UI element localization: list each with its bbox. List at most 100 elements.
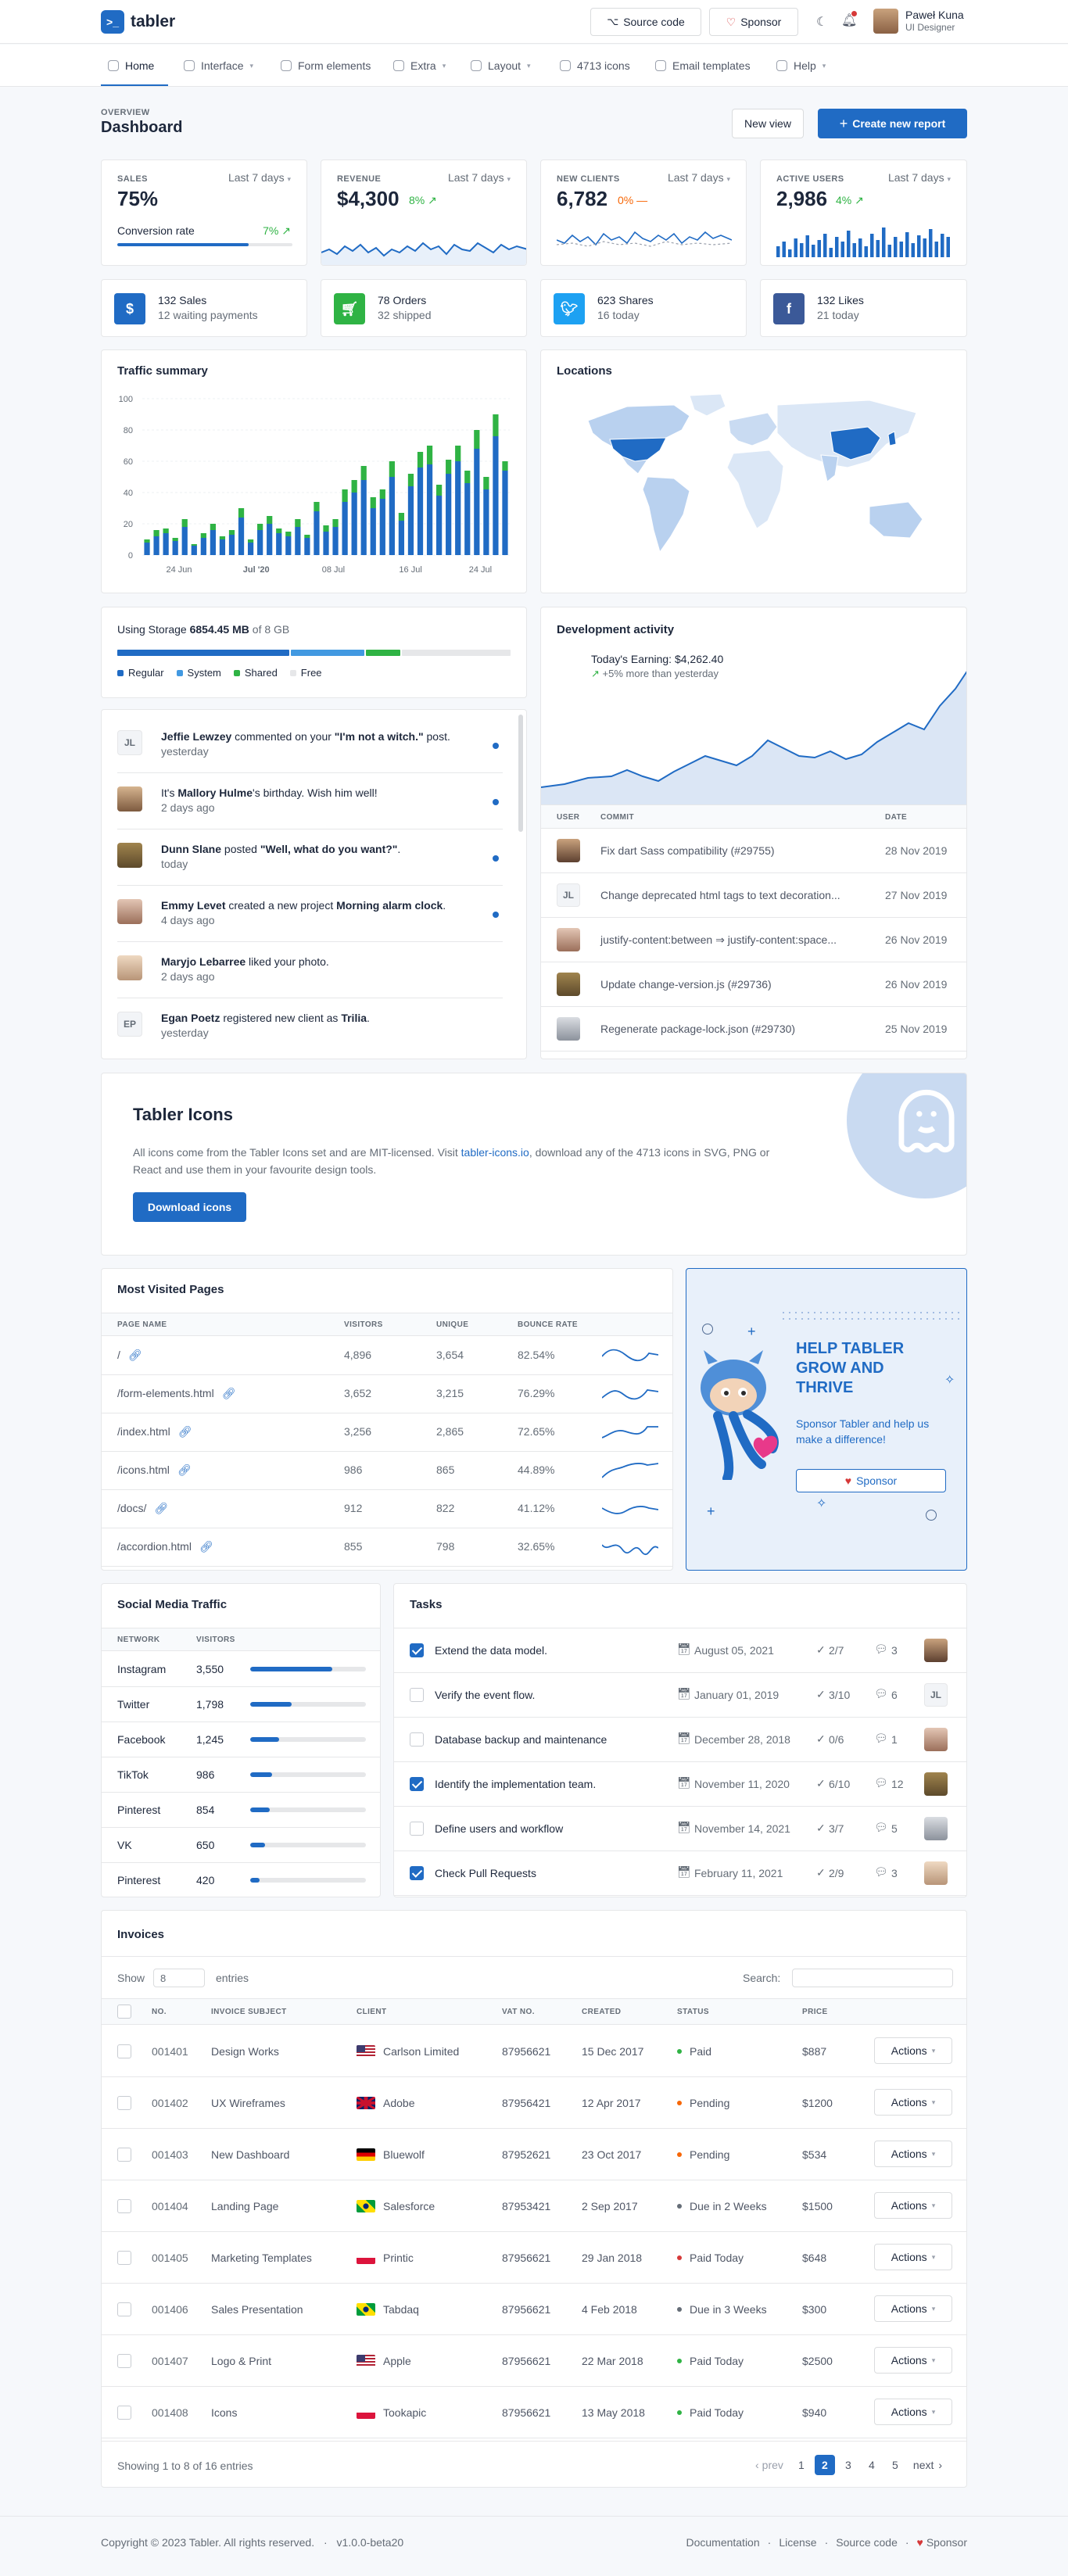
invoice-checkbox[interactable]: [117, 2096, 131, 2110]
page-2[interactable]: 2: [814, 2455, 835, 2475]
activity-name[interactable]: Mallory Hulme: [177, 786, 253, 799]
link-icon[interactable]: 🔗︎: [222, 1387, 236, 1399]
source-code-button[interactable]: ⌥ Source code: [590, 8, 701, 36]
invoice-subject[interactable]: UX Wireframes: [211, 2097, 285, 2109]
nav-item-extra[interactable]: Extra ▾: [393, 48, 446, 83]
link-icon[interactable]: 🔗︎: [199, 1540, 213, 1553]
task-checkbox[interactable]: [410, 1866, 424, 1880]
dev-commit[interactable]: Regenerate package-lock.json (#29730): [600, 1023, 795, 1035]
actions-button[interactable]: Actions ▾: [874, 2295, 952, 2322]
dev-commit[interactable]: Update change-version.js (#29736): [600, 978, 772, 991]
invoice-checkbox[interactable]: [117, 2199, 131, 2213]
pagination-prev[interactable]: ‹ prev: [751, 2459, 788, 2471]
invoice-subject[interactable]: Logo & Print: [211, 2355, 271, 2367]
invoice-checkbox[interactable]: [117, 2406, 131, 2420]
actions-button[interactable]: Actions ▾: [874, 2089, 952, 2116]
page-name[interactable]: / 🔗︎: [117, 1349, 142, 1362]
invoice-checkbox[interactable]: [117, 2148, 131, 2162]
activity-name[interactable]: Emmy Levet: [161, 899, 225, 912]
activity-name[interactable]: Maryjo Lebarree: [161, 955, 245, 968]
entries-input[interactable]: [153, 1969, 205, 1987]
task-checkbox[interactable]: [410, 1777, 424, 1791]
version-link[interactable]: v1.0.0-beta20: [337, 2536, 404, 2549]
page-name[interactable]: /form-elements.html 🔗︎: [117, 1387, 235, 1400]
invoice-checkbox[interactable]: [117, 2251, 131, 2265]
task-checkbox[interactable]: [410, 1688, 424, 1702]
dev-commit[interactable]: Change deprecated html tags to text deco…: [600, 889, 840, 901]
dev-commit[interactable]: justify-content:between ⇒ justify-conten…: [600, 933, 837, 947]
footer-link[interactable]: Source code: [836, 2536, 898, 2549]
task-checkbox[interactable]: [410, 1822, 424, 1836]
nav-item-email-templates[interactable]: Email templates: [655, 48, 751, 83]
actions-button[interactable]: Actions ▾: [874, 2347, 952, 2374]
select-all-checkbox[interactable]: [117, 2005, 131, 2019]
invoice-checkbox[interactable]: [117, 2354, 131, 2368]
page-1[interactable]: 1: [791, 2455, 812, 2475]
create-report-button[interactable]: + Create new report: [818, 109, 967, 138]
page-name[interactable]: /docs/ 🔗︎: [117, 1502, 168, 1515]
period-dropdown[interactable]: Last 7 days ▾: [448, 171, 511, 184]
page-name[interactable]: /accordion.html 🔗︎: [117, 1540, 213, 1553]
invoice-subject[interactable]: Sales Presentation: [211, 2303, 303, 2316]
nav-item-form-elements[interactable]: Form elements: [281, 48, 371, 83]
user-name[interactable]: Paweł Kuna: [905, 9, 964, 21]
page-5[interactable]: 5: [885, 2455, 905, 2475]
page-name[interactable]: /icons.html 🔗︎: [117, 1464, 192, 1477]
invoice-subject[interactable]: Icons: [211, 2406, 237, 2419]
footer-link[interactable]: License: [779, 2536, 816, 2549]
brand-logo[interactable]: >_ tabler: [101, 10, 175, 34]
moon-icon[interactable]: ☾: [816, 14, 827, 30]
activity-target[interactable]: Morning alarm clock: [336, 899, 443, 912]
nav-item-home[interactable]: Home: [108, 48, 154, 83]
activity-target[interactable]: "I'm not a witch.": [335, 730, 424, 743]
activity-name[interactable]: Dunn Slane: [161, 843, 221, 855]
invoice-subject[interactable]: Marketing Templates: [211, 2252, 312, 2264]
activity-target[interactable]: "Well, what do you want?": [260, 843, 398, 855]
user-avatar[interactable]: [873, 9, 898, 34]
nav-item-interface[interactable]: Interface ▾: [184, 48, 253, 83]
download-icons-button[interactable]: Download icons: [133, 1192, 246, 1222]
footer-link[interactable]: Documentation: [686, 2536, 759, 2549]
task-checkbox[interactable]: [410, 1732, 424, 1747]
sponsor-card-button[interactable]: ♥ Sponsor: [796, 1469, 946, 1492]
actions-button[interactable]: Actions ▾: [874, 2037, 952, 2064]
link-icon[interactable]: 🔗︎: [178, 1425, 192, 1438]
invoice-subject[interactable]: Landing Page: [211, 2200, 278, 2212]
link-icon[interactable]: 🔗︎: [154, 1502, 168, 1514]
activity-name[interactable]: Jeffie Lewzey: [161, 730, 231, 743]
sponsor-button[interactable]: ♡ Sponsor: [709, 8, 798, 36]
nav-item-help[interactable]: Help ▾: [776, 48, 826, 83]
invoice-col-header[interactable]: NO.: [152, 2008, 167, 2016]
period-dropdown[interactable]: Last 7 days ▾: [668, 171, 730, 184]
period-dropdown[interactable]: Last 7 days ▾: [228, 171, 291, 184]
invoice-subject[interactable]: Design Works: [211, 2045, 279, 2058]
actions-button[interactable]: Actions ▾: [874, 2192, 952, 2219]
nav-item-4713-icons[interactable]: 4713 icons: [560, 48, 630, 83]
link-icon[interactable]: 🔗︎: [128, 1349, 142, 1361]
actions-button[interactable]: Actions ▾: [874, 2244, 952, 2270]
activity-target[interactable]: Trilia: [341, 1012, 367, 1024]
nav-item-layout[interactable]: Layout ▾: [471, 48, 531, 83]
invoice-checkbox[interactable]: [117, 2044, 131, 2058]
invoice-col-header[interactable]: CLIENT: [357, 2008, 387, 2016]
task-checkbox[interactable]: [410, 1643, 424, 1657]
activity-name[interactable]: Egan Poetz: [161, 1012, 220, 1024]
link-icon[interactable]: 🔗︎: [177, 1464, 192, 1476]
page-4[interactable]: 4: [862, 2455, 882, 2475]
page-3[interactable]: 3: [838, 2455, 858, 2475]
invoice-search-input[interactable]: [792, 1969, 953, 1987]
period-dropdown[interactable]: Last 7 days ▾: [888, 171, 951, 184]
actions-button[interactable]: Actions ▾: [874, 2399, 952, 2425]
page-name[interactable]: /index.html 🔗︎: [117, 1425, 192, 1438]
new-view-button[interactable]: New view: [732, 109, 804, 138]
dev-commit[interactable]: Fix dart Sass compatibility (#29755): [600, 844, 775, 857]
invoice-col-header[interactable]: CREATED: [582, 2008, 621, 2016]
invoice-col-header[interactable]: INVOICE SUBJECT: [211, 2008, 287, 2016]
invoice-col-header[interactable]: VAT NO.: [502, 2008, 535, 2016]
tabler-icons-link[interactable]: tabler-icons.io: [461, 1146, 529, 1159]
actions-button[interactable]: Actions ▾: [874, 2141, 952, 2167]
invoice-col-header[interactable]: PRICE: [802, 2008, 828, 2016]
invoice-col-header[interactable]: STATUS: [677, 2008, 709, 2016]
invoice-checkbox[interactable]: [117, 2302, 131, 2316]
pagination-next[interactable]: next ›: [909, 2459, 947, 2471]
